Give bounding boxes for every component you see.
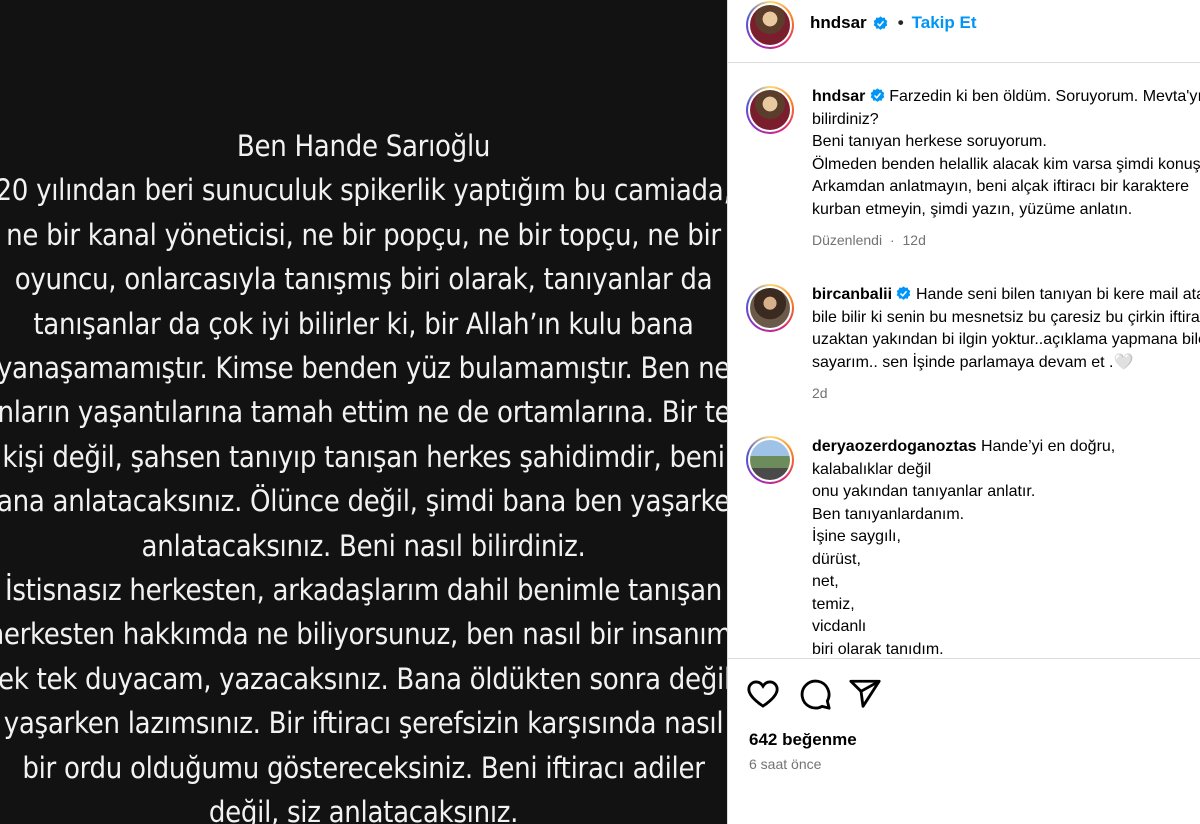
comment-text: Ölmeden benden helallik alacak kim varsa… bbox=[812, 155, 1200, 173]
comment-text: bile bilir ki senin bu mesnetsiz bu çare… bbox=[812, 308, 1200, 326]
comment-text: temiz, bbox=[812, 595, 855, 613]
comment-body: hndsar Farzedin ki ben öldüm. Soruyorum.… bbox=[812, 86, 1200, 252]
story-line: Ben Hande Sarıoğlu bbox=[236, 129, 491, 163]
comment-text: kurban etmeyin, şimdi yazın, yüzüme anla… bbox=[812, 200, 1133, 218]
story-line: yanaşamamıştır. Kimse benden yüz bulamam… bbox=[0, 351, 727, 386]
comment-text: biri olarak tanıdım. bbox=[812, 640, 944, 658]
avatar[interactable] bbox=[746, 436, 794, 484]
story-line: oyuncu, onlarcasıyla tanışmış biri olara… bbox=[14, 262, 713, 297]
story-line: 20 yılından beri sunuculuk spikerlik yap… bbox=[0, 173, 727, 208]
comment-body: deryaozerdoganoztas Hande’yi en doğru, k… bbox=[812, 436, 1200, 658]
comment-text: kalabalıklar değil bbox=[812, 460, 932, 478]
comment-text: sayarım.. sen İşinde parlamaya devam et … bbox=[812, 353, 1134, 371]
comment-text: Hande’yi en doğru, bbox=[980, 438, 1116, 455]
comment-username[interactable]: hndsar bbox=[812, 88, 865, 105]
likes-count[interactable]: 642 beğenme bbox=[749, 730, 857, 750]
header-user: hndsar • Takip Et bbox=[810, 13, 977, 33]
comment-meta: 2d bbox=[812, 382, 1200, 405]
comment-first-line: deryaozerdoganoztas Hande’yi en doğru, bbox=[812, 436, 1200, 459]
story-line: onların yaşantılarına tamah ettim ne de … bbox=[0, 395, 727, 430]
heart-icon[interactable] bbox=[746, 677, 780, 711]
comment-meta: Düzenlendi · 12d bbox=[812, 229, 1200, 252]
comment-time[interactable]: 2d bbox=[812, 385, 828, 401]
avatar[interactable] bbox=[746, 1, 794, 49]
comment-text: Beni tanıyan herkese soruyorum. bbox=[812, 133, 1047, 150]
comment-text: uzaktan yakından bi ilgin yoktur..açıkla… bbox=[812, 331, 1200, 348]
comment-text: onu yakından tanıyanlar anlatır. bbox=[812, 483, 1036, 500]
story-line: tanışanlar da çok iyi bilirler ki, bir A… bbox=[33, 306, 694, 341]
story-line: kişi değil, şahsen tanıyıp tanışan herke… bbox=[2, 439, 725, 474]
story-line: ne bir kanal yöneticisi, ne bir popçu, n… bbox=[6, 217, 721, 252]
comment-text: dürüst, bbox=[812, 550, 861, 568]
comment-text: Ben tanıyanlardanım. bbox=[812, 505, 965, 523]
story-line: bir ordu olduğumu göstereceksiniz. Beni … bbox=[22, 750, 705, 785]
comment-text: Farzedin ki ben öldüm. Soruyorum. Mevta'… bbox=[889, 88, 1200, 105]
verified-icon bbox=[870, 88, 885, 103]
story-line: tek tek duyacam, yazacaksınız. Bana öldü… bbox=[0, 661, 727, 696]
comment-time[interactable]: 12d bbox=[903, 232, 926, 248]
comment-text: Arkamdan anlatmayın, beni alçak iftiracı… bbox=[812, 178, 1190, 195]
post-media: Ben Hande Sarıoğlu 20 yılından beri sunu… bbox=[0, 0, 727, 824]
comment-text: net, bbox=[812, 573, 839, 590]
story-line: herkesten hakkımda ne biliyorsunuz, ben … bbox=[0, 617, 727, 652]
story-line: İstisnasız herkesten, arkadaşlarım dahil… bbox=[4, 573, 723, 608]
avatar[interactable] bbox=[746, 284, 794, 332]
verified-icon bbox=[896, 286, 911, 301]
story-line: bana anlatacaksınız. Ölünce değil, şimdi… bbox=[0, 484, 727, 519]
comment-text: İşine saygılı, bbox=[812, 528, 901, 545]
comment-first-line: bircanbalii Hande seni bilen tanıyan bi … bbox=[812, 284, 1200, 307]
comment-username[interactable]: deryaozerdoganoztas bbox=[812, 438, 976, 455]
story-line: yaşarken lazımsınız. Bir iftiracı şerefs… bbox=[3, 706, 724, 741]
comment-body: bircanbalii Hande seni bilen tanıyan bi … bbox=[812, 284, 1200, 405]
comment-username[interactable]: bircanbalii bbox=[812, 286, 892, 303]
share-icon[interactable] bbox=[848, 677, 882, 711]
story-line: değil, siz anlatacaksınız. bbox=[208, 795, 519, 824]
comment-text: Hande seni bilen tanıyan bi kere mail at… bbox=[915, 286, 1200, 303]
comment-text: vicdanlı bbox=[812, 618, 867, 635]
comment-icon[interactable] bbox=[798, 677, 832, 711]
comment-text: bilirdiniz? bbox=[812, 110, 879, 128]
post-time[interactable]: 6 saat önce bbox=[749, 756, 821, 772]
post-sidebar: hndsar • Takip Et hndsar Farzedin ki ben… bbox=[727, 0, 1200, 824]
post-actions: 642 beğenme 6 saat önce bbox=[728, 658, 1200, 824]
comments-list[interactable]: hndsar Farzedin ki ben öldüm. Soruyorum.… bbox=[728, 64, 1200, 658]
meta-separator: · bbox=[889, 232, 895, 248]
story-line: anlatacaksınız. Beni nasıl bilirdiniz. bbox=[141, 528, 586, 563]
username-link[interactable]: hndsar bbox=[810, 13, 867, 33]
verified-icon bbox=[873, 15, 888, 31]
avatar[interactable] bbox=[746, 86, 794, 134]
post-header: hndsar • Takip Et bbox=[728, 0, 1200, 63]
comment-first-line: hndsar Farzedin ki ben öldüm. Soruyorum.… bbox=[812, 86, 1200, 109]
follow-button[interactable]: Takip Et bbox=[912, 13, 977, 33]
separator-dot: • bbox=[897, 13, 904, 32]
story-text: Ben Hande Sarıoğlu 20 yılından beri sunu… bbox=[0, 124, 727, 824]
edited-label: Düzenlendi bbox=[812, 232, 883, 248]
